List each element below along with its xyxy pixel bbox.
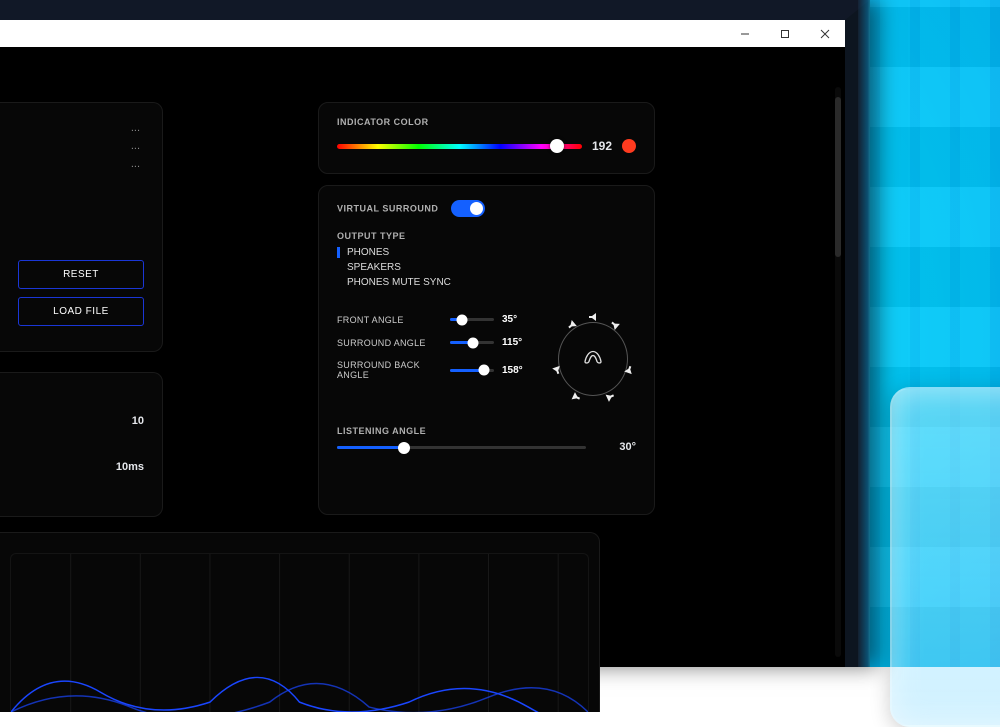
value-readout: 10ms [116, 461, 144, 473]
ellipsis-item[interactable]: ... [131, 122, 140, 134]
surround-angle-label: SURROUND ANGLE [337, 338, 442, 348]
output-option-phones[interactable]: PHONES [337, 245, 636, 260]
close-button[interactable] [805, 20, 845, 47]
listening-angle-label: LISTENING ANGLE [337, 426, 636, 436]
vertical-scrollbar[interactable] [835, 87, 841, 657]
left-panel-2: 10 10ms [0, 372, 163, 517]
indicator-color-panel: INDICATOR COLOR 192 [318, 102, 655, 174]
virtual-surround-panel: VIRTUAL SURROUND OUTPUT TYPE PHONES SPEA… [318, 185, 655, 515]
monitor-frame: ... ... ... RESET LOAD FILE 10 10ms INDI… [0, 0, 870, 667]
surround-back-angle-label: SURROUND BACK ANGLE [337, 360, 442, 380]
app-body: ... ... ... RESET LOAD FILE 10 10ms INDI… [0, 47, 845, 667]
output-option-phones-mute-sync[interactable]: PHONES MUTE SYNC [337, 275, 636, 290]
virtual-surround-toggle[interactable] [451, 200, 485, 217]
front-angle-row: FRONT ANGLE 35° [337, 314, 532, 325]
hue-slider[interactable] [337, 144, 582, 149]
color-swatch [622, 139, 636, 153]
eq-graph-panel [0, 532, 600, 712]
surround-angle-row: SURROUND ANGLE 115° [337, 337, 532, 348]
virtual-surround-label: VIRTUAL SURROUND [337, 203, 438, 213]
glass-decor [890, 387, 1000, 727]
surround-angle-slider[interactable] [450, 341, 494, 344]
eq-graph [10, 553, 589, 712]
front-angle-value: 35° [502, 314, 532, 325]
speaker-diagram [550, 314, 636, 404]
output-type-label: OUTPUT TYPE [337, 231, 636, 241]
hue-thumb[interactable] [550, 139, 564, 153]
surround-angle-value: 115° [502, 337, 532, 348]
ellipsis-item[interactable]: ... [131, 140, 140, 152]
front-angle-slider[interactable] [450, 318, 494, 321]
listener-head-icon [582, 350, 604, 369]
speaker-icon [588, 312, 598, 322]
maximize-button[interactable] [765, 20, 805, 47]
output-type-list: PHONES SPEAKERS PHONES MUTE SYNC [337, 245, 636, 290]
left-panel: ... ... ... RESET LOAD FILE [0, 102, 163, 352]
listening-angle-value: 30° [619, 441, 636, 453]
load-file-button[interactable]: LOAD FILE [18, 297, 144, 326]
surround-back-angle-slider[interactable] [450, 369, 494, 372]
indicator-color-label: INDICATOR COLOR [337, 117, 636, 127]
window-titlebar [0, 20, 845, 47]
ellipsis-list: ... ... ... [18, 122, 144, 170]
hue-value: 192 [592, 139, 612, 153]
value-readout: 10 [132, 415, 144, 427]
ellipsis-item[interactable]: ... [131, 158, 140, 170]
output-option-speakers[interactable]: SPEAKERS [337, 260, 636, 275]
reset-button[interactable]: RESET [18, 260, 144, 289]
surround-back-angle-value: 158° [502, 365, 532, 376]
surround-back-angle-row: SURROUND BACK ANGLE 158° [337, 360, 532, 380]
speaker-icon [604, 390, 617, 403]
minimize-button[interactable] [725, 20, 765, 47]
listening-angle-slider[interactable]: 30° [337, 446, 586, 449]
front-angle-label: FRONT ANGLE [337, 315, 442, 325]
